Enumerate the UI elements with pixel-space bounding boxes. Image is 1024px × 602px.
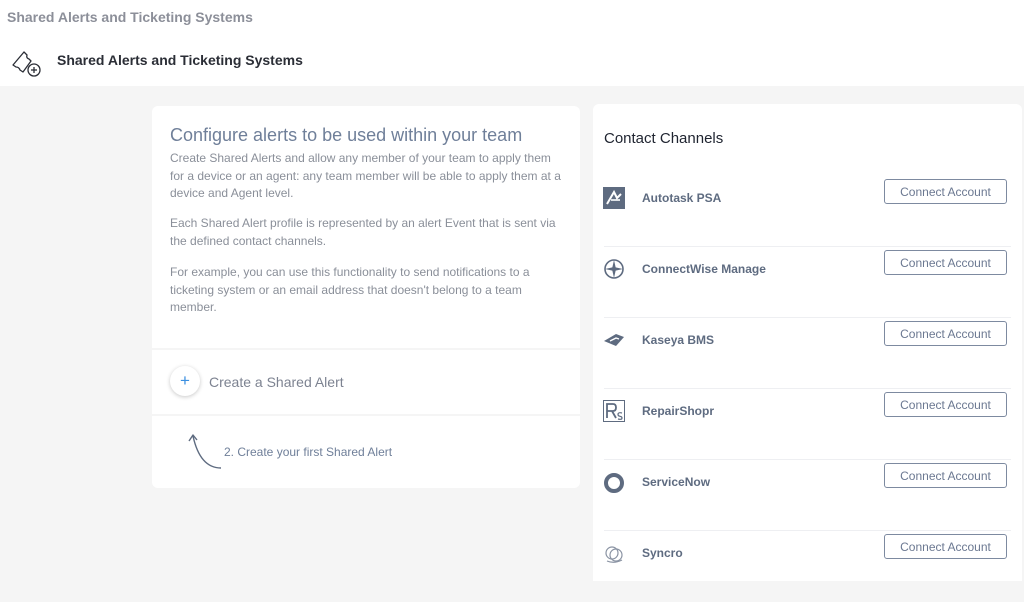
channel-name: RepairShopr (642, 404, 715, 418)
connect-account-button[interactable]: Connect Account (884, 321, 1007, 346)
top-header: Shared Alerts and Ticketing Systems Shar… (0, 0, 1024, 86)
channel-row-connectwise: ConnectWise Manage Connect Account (593, 247, 1022, 318)
connect-account-button[interactable]: Connect Account (884, 463, 1007, 488)
connect-account-button[interactable]: Connect Account (884, 250, 1007, 275)
channel-name: Autotask PSA (642, 191, 722, 205)
info-card: Configure alerts to be used within your … (152, 106, 580, 348)
channel-name: ConnectWise Manage (642, 262, 766, 276)
contact-channels-title: Contact Channels (604, 130, 724, 147)
kaseya-logo-icon (604, 334, 624, 346)
servicenow-logo-icon (604, 473, 624, 493)
create-shared-alert-label[interactable]: Create a Shared Alert (209, 374, 344, 390)
channel-row-servicenow: ServiceNow Connect Account (593, 460, 1022, 531)
channel-name: Syncro (642, 546, 683, 560)
connect-account-button[interactable]: Connect Account (884, 179, 1007, 204)
connectwise-logo-icon (604, 259, 624, 279)
info-paragraph-1: Create Shared Alerts and allow any membe… (170, 151, 561, 200)
info-paragraph-3: For example, you can use this functional… (170, 265, 530, 314)
syncro-logo-icon (605, 546, 623, 563)
curved-arrow-icon (188, 434, 222, 469)
contact-channels-panel: Contact Channels Autotask PSA Connect Ac… (593, 104, 1022, 581)
connect-account-button[interactable]: Connect Account (884, 392, 1007, 417)
channel-row-kaseya: Kaseya BMS Connect Account (593, 318, 1022, 389)
autotask-logo-icon (603, 187, 625, 209)
channel-row-syncro: Syncro Connect Account (593, 531, 1022, 602)
channel-name: Kaseya BMS (642, 333, 715, 347)
connect-account-button[interactable]: Connect Account (884, 534, 1007, 559)
create-shared-alert-button[interactable]: + Create a Shared Alert (152, 350, 580, 414)
ticket-plus-icon (12, 51, 41, 77)
repairshopr-logo-icon (603, 400, 625, 422)
hint-text: 2. Create your first Shared Alert (224, 445, 393, 459)
channel-row-autotask: Autotask PSA Connect Account (593, 176, 1022, 247)
channel-name: ServiceNow (642, 475, 711, 489)
hint-card: 2. Create your first Shared Alert (152, 416, 580, 488)
window-title: Shared Alerts and Ticketing Systems (7, 9, 253, 25)
info-heading: Configure alerts to be used within your … (170, 125, 523, 145)
info-paragraph-2: Each Shared Alert profile is represented… (170, 216, 556, 248)
page-title: Shared Alerts and Ticketing Systems (57, 52, 303, 68)
plus-icon[interactable]: + (170, 366, 200, 396)
channel-row-repairshopr: RepairShopr Connect Account (593, 389, 1022, 460)
